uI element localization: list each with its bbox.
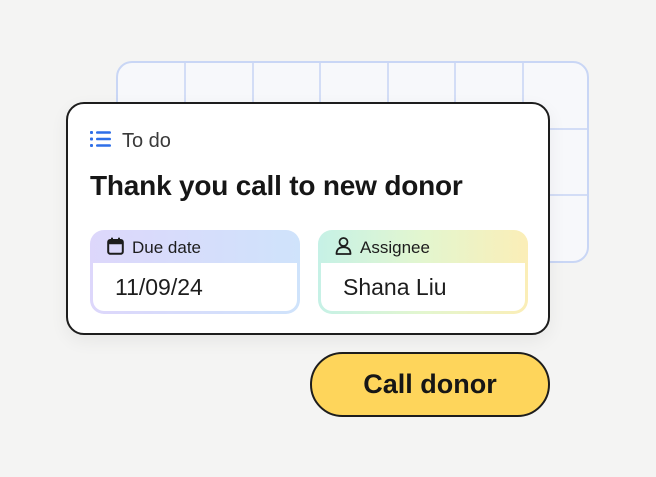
assignee-header: Assignee xyxy=(321,233,525,263)
stage: To do Thank you call to new donor Due da… xyxy=(0,0,656,477)
person-icon xyxy=(335,236,352,260)
task-title: Thank you call to new donor xyxy=(90,170,463,201)
due-date-label: Due date xyxy=(132,238,201,257)
task-card: To do Thank you call to new donor Due da… xyxy=(66,102,550,335)
call-donor-button[interactable]: Call donor xyxy=(310,352,550,417)
category-label: To do xyxy=(122,130,171,152)
due-date-header: Due date xyxy=(93,233,297,263)
assignee-field[interactable]: Assignee Shana Liu xyxy=(318,230,528,314)
assignee-label: Assignee xyxy=(360,238,430,257)
assignee-value[interactable]: Shana Liu xyxy=(321,263,525,311)
due-date-field[interactable]: Due date 11/09/24 xyxy=(90,230,300,314)
list-icon xyxy=(90,130,112,153)
due-date-value[interactable]: 11/09/24 xyxy=(93,263,297,311)
calendar-icon xyxy=(107,237,124,260)
task-category: To do xyxy=(90,130,171,153)
